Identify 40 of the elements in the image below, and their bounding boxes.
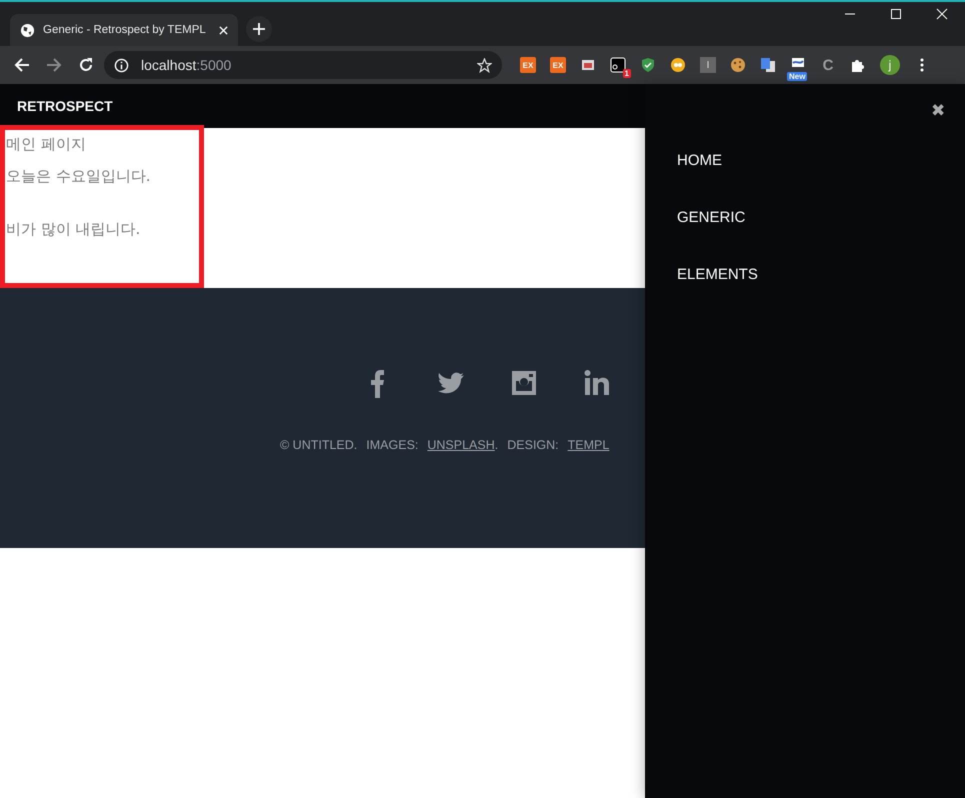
address-bar[interactable]: localhost:5000 [104, 51, 502, 79]
new-badge: New [787, 72, 808, 81]
url-text: localhost:5000 [141, 57, 232, 73]
back-icon[interactable] [14, 57, 30, 73]
footer-text: IMAGES: [366, 438, 418, 452]
camera-icon[interactable] [610, 57, 626, 73]
linkedin-icon[interactable] [582, 368, 612, 398]
footer-link[interactable]: UNSPLASH [427, 438, 495, 452]
menu-item[interactable]: ELEMENTS [677, 264, 758, 286]
menu-item[interactable]: HOME [677, 150, 722, 172]
footer-text: . [494, 438, 498, 452]
puzzle-icon[interactable] [850, 57, 866, 73]
paragraph: 메인 페이지 [6, 134, 87, 155]
cookie-icon[interactable] [730, 57, 746, 73]
globe-icon [20, 22, 35, 38]
star-icon[interactable] [477, 58, 492, 72]
menu-item[interactable]: GENERIC [677, 207, 746, 229]
extension-icon[interactable]: I [700, 57, 716, 73]
footer-text: DESIGN: [507, 438, 559, 452]
forward-icon[interactable] [46, 57, 62, 73]
new-tab-button[interactable] [246, 16, 272, 42]
close-icon[interactable]: ✖ [931, 100, 945, 121]
coin-icon[interactable] [670, 57, 686, 73]
footer-link[interactable]: TEMPL [568, 438, 610, 452]
notification-badge: 1 [622, 69, 631, 78]
close-icon[interactable] [219, 26, 228, 34]
footer-text: © UNTITLED. [280, 438, 358, 452]
instagram-icon[interactable] [509, 368, 539, 398]
paragraph: 비가 많이 내립니다. [6, 219, 142, 240]
browser-tab[interactable]: Generic - Retrospect by TEMPL [10, 14, 238, 46]
close-icon[interactable] [936, 8, 948, 20]
extension-icon[interactable]: C [820, 57, 836, 73]
site-logo[interactable]: RETROSPECT [17, 98, 113, 114]
maximize-icon[interactable] [890, 8, 902, 20]
info-icon [114, 58, 129, 72]
paragraph: 오늘은 수요일입니다. [6, 166, 152, 187]
window-icon[interactable] [580, 57, 596, 73]
reload-icon[interactable] [78, 57, 94, 73]
plus-icon [253, 23, 265, 35]
shield-icon[interactable] [640, 57, 656, 73]
